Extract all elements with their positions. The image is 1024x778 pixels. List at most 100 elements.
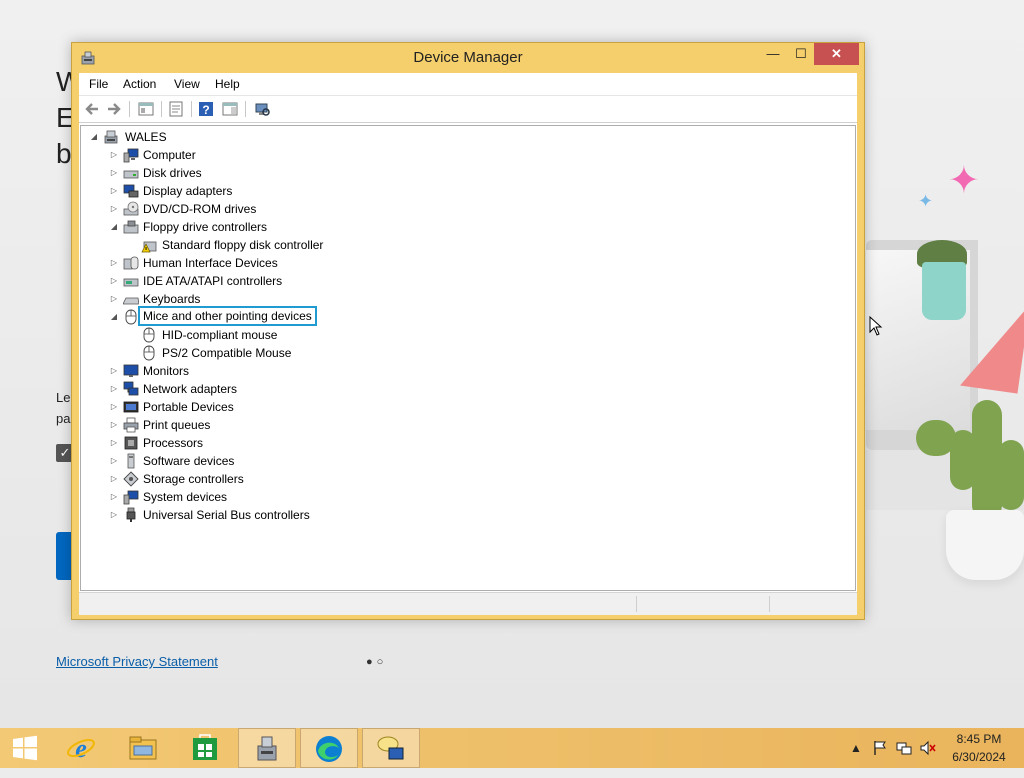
expand-triangle-icon[interactable]: ▷	[109, 272, 119, 290]
chat-icon[interactable]	[362, 728, 420, 768]
tree-item-label: Floppy drive controllers	[143, 220, 268, 234]
expand-triangle-icon[interactable]: ▷	[109, 290, 119, 308]
keyboard-icon	[122, 291, 140, 307]
mouse-icon	[141, 327, 157, 343]
close-button[interactable]: ✕	[814, 43, 859, 65]
expand-triangle-icon[interactable]: ▷	[109, 398, 119, 416]
edge-icon[interactable]	[300, 728, 358, 768]
tree-item-label: Software devices	[143, 454, 235, 468]
help-icon[interactable]: ?	[197, 100, 215, 118]
tree-item-label: HID-compliant mouse	[162, 328, 278, 342]
expand-triangle-icon[interactable]: ▷	[109, 506, 119, 524]
back-arrow-icon[interactable]	[83, 100, 101, 118]
tree-item-label: Network adapters	[143, 382, 238, 396]
network-adapter-icon	[123, 381, 139, 397]
cactus-arm-right-illustration	[998, 440, 1024, 510]
device-manager-window: Device Manager — ☐ ✕ File Action View He…	[71, 42, 865, 620]
tree-item-label: Storage controllers	[143, 472, 244, 486]
expand-triangle-icon[interactable]: ▷	[109, 164, 119, 182]
window-title: Device Manager	[413, 49, 523, 66]
floppy-warning-icon	[141, 237, 157, 253]
menu-view[interactable]: View	[174, 77, 200, 91]
collapse-triangle-icon[interactable]: ◢	[109, 308, 119, 326]
monitor-icon	[123, 363, 139, 379]
tree-item-label: Processors	[143, 436, 204, 450]
sparkle-blue-icon: ✦	[918, 191, 934, 211]
tree-item-label: System devices	[143, 490, 228, 504]
tree-root-label: WALES	[125, 130, 167, 144]
expand-triangle-icon[interactable]: ▷	[109, 200, 119, 218]
ide-controller-icon	[123, 273, 139, 289]
file-explorer-icon[interactable]	[114, 728, 172, 768]
tree-item-label: Portable Devices	[143, 400, 234, 414]
clock-time[interactable]: 8:45 PM	[944, 732, 1014, 746]
scan-hardware-icon[interactable]	[253, 100, 271, 118]
dvd-drive-icon	[123, 201, 139, 217]
computer-icon	[123, 147, 139, 163]
expand-triangle-icon[interactable]: ▷	[109, 380, 119, 398]
floppy-controller-icon	[123, 219, 139, 235]
expand-triangle-icon[interactable]: ▷	[109, 452, 119, 470]
expand-triangle-icon[interactable]: ▷	[109, 182, 119, 200]
software-device-icon	[123, 453, 139, 469]
expand-triangle-icon[interactable]: ▷	[109, 146, 119, 164]
portable-device-icon	[123, 399, 139, 415]
start-button[interactable]	[0, 728, 50, 768]
bg-text-line-1: Le	[56, 390, 71, 405]
action-pane-icon[interactable]	[221, 100, 239, 118]
window-client-area: File Action View Help ? ◢ WALES ▷ Comput…	[79, 73, 857, 615]
pot-illustration	[946, 510, 1024, 580]
tree-item-label: Computer	[143, 148, 196, 162]
flag-icon[interactable]	[872, 740, 888, 756]
expand-triangle-icon[interactable]: ▷	[109, 362, 119, 380]
tree-item-label: Disk drives	[143, 166, 202, 180]
title-bar[interactable]: Device Manager — ☐ ✕	[72, 43, 864, 73]
cactus-pad-illustration	[916, 420, 956, 456]
volume-muted-icon[interactable]	[920, 740, 936, 756]
maximize-button[interactable]: ☐	[788, 43, 814, 65]
device-manager-icon[interactable]	[238, 728, 296, 768]
expand-triangle-icon[interactable]: ▷	[109, 470, 119, 488]
store-icon[interactable]	[176, 728, 234, 768]
tree-item-label: Print queues	[143, 418, 211, 432]
bg-text-line-2: pa	[56, 411, 71, 426]
carousel-dots[interactable]: ●○	[366, 656, 387, 668]
properties-icon[interactable]	[167, 100, 185, 118]
status-bar-divider	[636, 596, 637, 612]
privacy-statement-link[interactable]: Microsoft Privacy Statement	[56, 654, 218, 669]
collapse-triangle-icon[interactable]: ◢	[109, 218, 119, 236]
menu-file[interactable]: File	[89, 77, 108, 91]
status-bar-divider	[769, 596, 770, 612]
taskbar: e ▲ 8:45 PM 6/30/2024	[0, 728, 1024, 768]
sparkle-pink-icon: ✦	[948, 160, 980, 202]
clock-date[interactable]: 6/30/2024	[944, 750, 1014, 764]
hid-icon	[123, 255, 139, 271]
tree-item-label: Universal Serial Bus controllers	[143, 508, 310, 522]
show-hide-tree-icon[interactable]	[137, 100, 155, 118]
cup-illustration	[922, 262, 966, 320]
device-tree[interactable]: ◢ WALES ▷ Computer ▷ Disk drives ▷ Displ…	[80, 125, 856, 591]
collapse-triangle-icon[interactable]: ◢	[89, 128, 99, 146]
expand-triangle-icon[interactable]: ▷	[109, 254, 119, 272]
toolbar-separator	[161, 101, 162, 117]
computer-root-icon	[103, 129, 119, 145]
chevron-up-icon[interactable]: ▲	[848, 740, 864, 756]
svg-text:e: e	[75, 734, 87, 763]
usb-icon	[123, 507, 139, 523]
printer-icon	[123, 417, 139, 433]
menu-bar: File Action View Help	[79, 73, 857, 96]
network-icon[interactable]	[896, 740, 912, 756]
tree-item-label: IDE ATA/ATAPI controllers	[143, 274, 283, 288]
minimize-button[interactable]: —	[760, 43, 786, 65]
tree-item-label: Display adapters	[143, 184, 233, 198]
internet-explorer-icon[interactable]: e	[52, 728, 110, 768]
toolbar-separator	[129, 101, 130, 117]
expand-triangle-icon[interactable]: ▷	[109, 434, 119, 452]
expand-triangle-icon[interactable]: ▷	[109, 488, 119, 506]
menu-action[interactable]: Action	[123, 77, 156, 91]
menu-help[interactable]: Help	[215, 77, 240, 91]
expand-triangle-icon[interactable]: ▷	[109, 416, 119, 434]
toolbar-separator	[191, 101, 192, 117]
forward-arrow-icon[interactable]	[105, 100, 123, 118]
tree-item-label: DVD/CD-ROM drives	[143, 202, 257, 216]
